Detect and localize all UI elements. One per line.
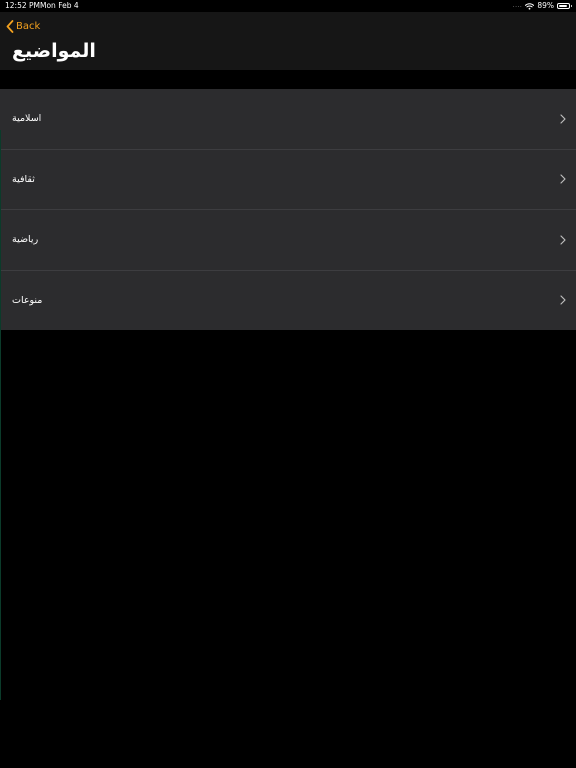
left-edge-line — [0, 130, 1, 700]
app-screen: 12:52 PM Mon Feb 4 .... 89% Back المواضي… — [0, 0, 576, 768]
status-date: Mon Feb 4 — [40, 1, 79, 10]
list-item[interactable]: منوعات — [0, 269, 576, 331]
list-item-label: اسلامية — [12, 113, 42, 125]
battery-cap — [570, 5, 572, 7]
list-item[interactable]: ثقافية — [0, 148, 576, 210]
list-item[interactable]: اسلامية — [0, 89, 576, 149]
navigation-bar: Back المواضيع — [0, 12, 576, 70]
wifi-icon — [525, 2, 535, 10]
chevron-right-icon — [560, 235, 566, 245]
chevron-right-icon — [560, 174, 566, 184]
chevron-right-icon — [560, 295, 566, 305]
battery-fill — [559, 5, 567, 7]
list-item[interactable]: رياضية — [0, 209, 576, 270]
status-bar: 12:52 PM Mon Feb 4 .... 89% — [0, 0, 576, 12]
topics-list: اسلامية ثقافية رياضية منوعات — [0, 89, 576, 330]
page-title: المواضيع — [12, 40, 96, 62]
back-button[interactable]: Back — [6, 18, 40, 34]
status-indicators: .... 89% — [512, 0, 572, 12]
back-button-label: Back — [16, 20, 41, 32]
battery-icon — [557, 3, 572, 9]
list-item-label: رياضية — [12, 234, 39, 246]
list-item-label: ثقافية — [12, 173, 35, 185]
list-item-label: منوعات — [12, 294, 43, 306]
signal-dots-icon: .... — [512, 2, 523, 9]
status-time: 12:52 PM — [5, 1, 40, 10]
chevron-left-icon — [6, 19, 14, 33]
battery-percent: 89% — [537, 1, 554, 10]
chevron-right-icon — [560, 114, 566, 124]
